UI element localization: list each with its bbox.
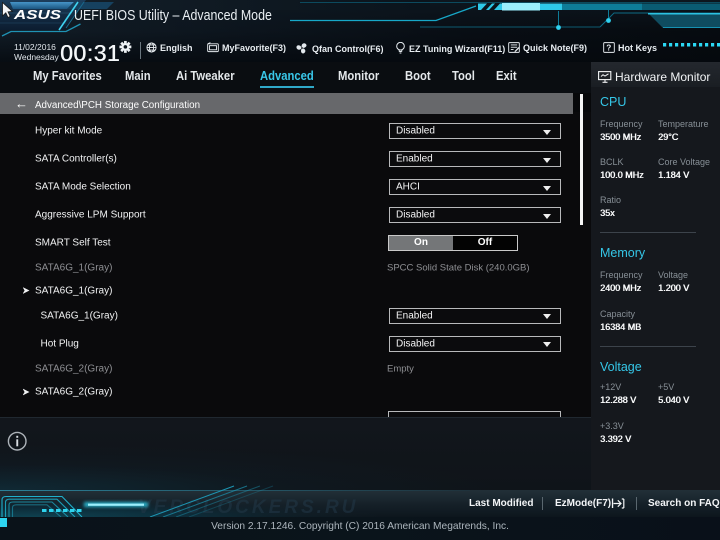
svg-text:?: ? — [606, 43, 611, 52]
svg-text:ASUS: ASUS — [13, 8, 62, 22]
